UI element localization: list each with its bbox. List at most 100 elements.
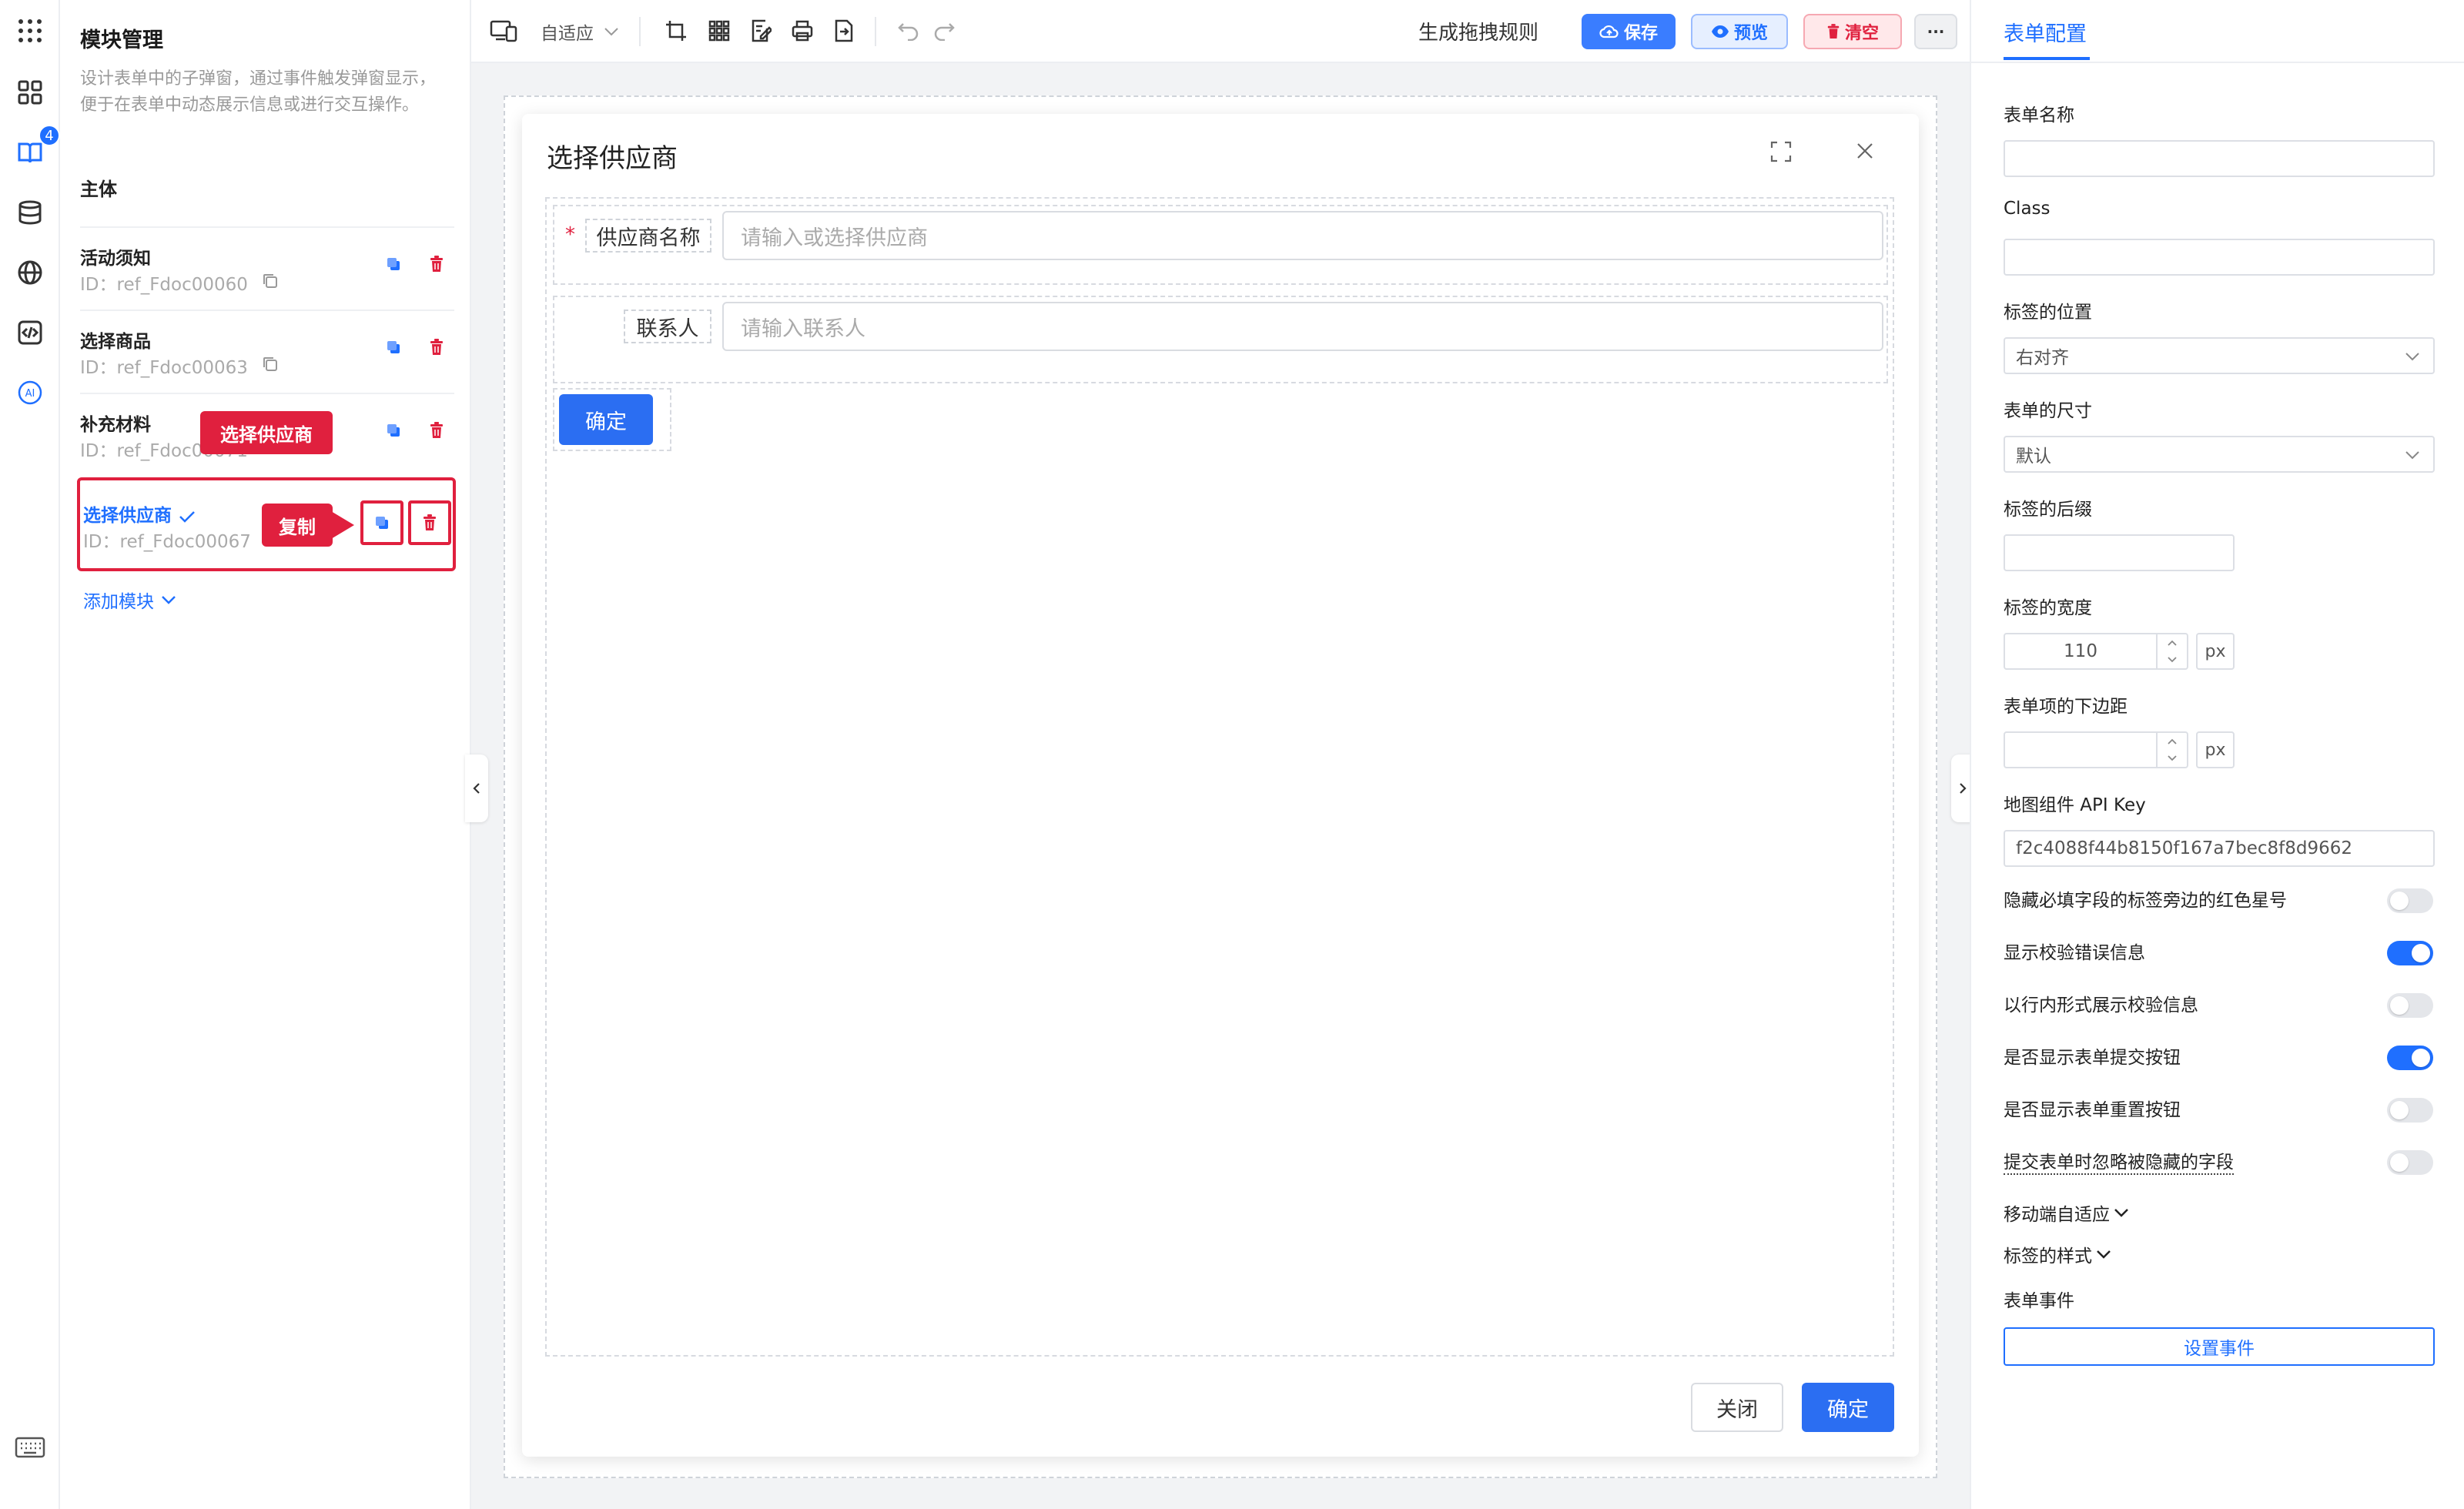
form-events-label: 表单事件 <box>2004 1291 2074 1311</box>
tab-underline <box>2004 57 2090 60</box>
module-name: 选择供应商 <box>83 500 196 527</box>
label-suffix-input[interactable] <box>2004 534 2235 571</box>
label-style-label: 标签的样式 <box>2004 1246 2092 1266</box>
copy-id-icon[interactable] <box>262 273 279 289</box>
delete-module-button[interactable] <box>424 334 450 360</box>
ai-icon[interactable]: AI <box>13 376 47 410</box>
module-item[interactable]: 选择商品 ID：ref_Fdoc00063 <box>80 309 454 393</box>
label-style-toggle[interactable]: 标签的样式 <box>2004 1241 2112 1267</box>
edit-doc-icon[interactable] <box>745 15 776 46</box>
check-icon <box>178 509 196 524</box>
chevron-down-icon <box>2095 1249 2112 1260</box>
toggle-switch[interactable] <box>2387 993 2433 1018</box>
modal-title: 选择供应商 <box>547 143 678 174</box>
copy-module-button[interactable] <box>380 251 407 277</box>
module-name: 补充材料 <box>80 415 151 435</box>
form-name-input[interactable] <box>2004 140 2435 177</box>
generate-rules-button[interactable]: 生成拖拽规则 <box>1418 17 1538 45</box>
supplier-name-label: 供应商名称 <box>585 219 711 253</box>
undo-icon[interactable] <box>893 15 924 46</box>
toggle-switch[interactable] <box>2387 1046 2433 1070</box>
item-margin-input[interactable] <box>2004 731 2188 768</box>
grid-icon[interactable] <box>704 15 735 46</box>
toggle-label: 隐藏必填字段的标签旁边的红色星号 <box>2004 891 2287 911</box>
label-width-input[interactable]: 110 <box>2004 633 2188 670</box>
contact-label: 联系人 <box>624 309 711 343</box>
copy-module-button[interactable] <box>380 417 407 443</box>
submit-button[interactable]: 确定 <box>559 394 653 445</box>
clear-button[interactable]: 清空 <box>1803 14 1902 49</box>
device-icon[interactable] <box>488 15 519 46</box>
crop-icon[interactable] <box>661 15 691 46</box>
fullscreen-icon[interactable] <box>1769 140 1793 163</box>
form-size-value: 默认 <box>2016 447 2051 467</box>
add-module-button[interactable]: 添加模块 <box>83 587 177 613</box>
close-button[interactable]: 关闭 <box>1691 1383 1783 1432</box>
panel-description: 设计表单中的子弹窗，通过事件触发弹窗显示，便于在表单中动态展示信息或进行交互操作… <box>80 69 437 115</box>
chevron-down-icon <box>160 594 177 605</box>
save-label: 保存 <box>1623 24 1658 43</box>
modal-dialog: 选择供应商 * 供应商名称 请输入或选择供应商 联系人 请输入联系人 确定 关闭… <box>522 114 1919 1457</box>
chevron-down-icon <box>2404 351 2421 362</box>
delete-module-button[interactable] <box>424 251 450 277</box>
add-module-label: 添加模块 <box>83 592 154 612</box>
chevron-down-icon <box>2404 450 2421 460</box>
canvas: 选择供应商 * 供应商名称 请输入或选择供应商 联系人 请输入联系人 确定 关闭… <box>471 63 1970 1509</box>
module-item[interactable]: 活动须知 ID：ref_Fdoc00060 <box>80 226 454 309</box>
preview-button[interactable]: 预览 <box>1691 14 1788 49</box>
print-icon[interactable] <box>787 15 818 46</box>
supplier-name-input[interactable]: 请输入或选择供应商 <box>722 211 1883 260</box>
class-input[interactable] <box>2004 239 2435 276</box>
save-button[interactable]: 保存 <box>1582 14 1676 49</box>
collapse-left-handle[interactable] <box>465 754 488 822</box>
toggle-label: 显示校验错误信息 <box>2004 943 2145 963</box>
tab-form-config[interactable]: 表单配置 <box>2004 17 2087 47</box>
notification-badge: 4 <box>38 125 60 146</box>
toggle-switch[interactable] <box>2387 888 2433 913</box>
form-size-select[interactable]: 默认 <box>2004 436 2435 473</box>
label-position-select[interactable]: 右对齐 <box>2004 337 2435 374</box>
map-key-input[interactable]: f2c4088f44b8150f167a7bec8f8d9662 <box>2004 830 2435 867</box>
database-icon[interactable] <box>13 196 47 229</box>
more-button[interactable]: ··· <box>1914 14 1957 49</box>
set-events-button[interactable]: 设置事件 <box>2004 1327 2435 1366</box>
device-select[interactable]: 自适应 <box>541 18 620 45</box>
class-label: Class <box>2004 199 2051 219</box>
chevron-down-icon <box>2113 1207 2130 1218</box>
contact-input[interactable]: 请输入联系人 <box>722 302 1883 351</box>
apps-icon[interactable] <box>13 75 47 109</box>
copy-module-button[interactable] <box>360 500 403 545</box>
delete-module-button[interactable] <box>424 417 450 443</box>
svg-text:AI: AI <box>25 388 35 400</box>
annotation-copy: 复制 <box>262 504 333 547</box>
mobile-adaptive-toggle[interactable]: 移动端自适应 <box>2004 1200 2130 1226</box>
copy-module-button[interactable] <box>380 334 407 360</box>
chevron-down-icon <box>603 26 620 37</box>
toggle-switch[interactable] <box>2387 1098 2433 1123</box>
close-icon[interactable] <box>1854 140 1876 162</box>
keyboard-icon[interactable] <box>13 1430 47 1464</box>
stepper-icon[interactable] <box>2156 634 2187 668</box>
delete-module-button[interactable] <box>408 500 451 545</box>
chevron-left-icon <box>472 781 481 795</box>
divider <box>875 17 876 46</box>
module-id: ID：ref_Fdoc00060 <box>80 275 248 295</box>
label-width-label: 标签的宽度 <box>2004 598 2092 618</box>
confirm-button[interactable]: 确定 <box>1802 1383 1894 1432</box>
copy-id-icon[interactable] <box>262 356 279 373</box>
code-icon[interactable] <box>13 316 47 350</box>
module-id: ID：ref_Fdoc00063 <box>80 358 248 378</box>
eye-icon <box>1711 25 1729 38</box>
grid-dots-icon[interactable] <box>13 14 47 48</box>
toggle-switch[interactable] <box>2387 941 2433 965</box>
toggle-label: 是否显示表单提交按钮 <box>2004 1048 2181 1068</box>
label-position-value: 右对齐 <box>2016 348 2069 368</box>
redo-icon[interactable] <box>929 15 959 46</box>
globe-icon[interactable] <box>13 256 47 289</box>
module-name: 选择商品 <box>80 332 151 352</box>
stepper-icon[interactable] <box>2156 733 2187 767</box>
label-position-label: 标签的位置 <box>2004 303 2092 323</box>
export-icon[interactable] <box>829 15 859 46</box>
toggle-label: 是否显示表单重置按钮 <box>2004 1100 2181 1120</box>
toggle-switch[interactable] <box>2387 1150 2433 1175</box>
